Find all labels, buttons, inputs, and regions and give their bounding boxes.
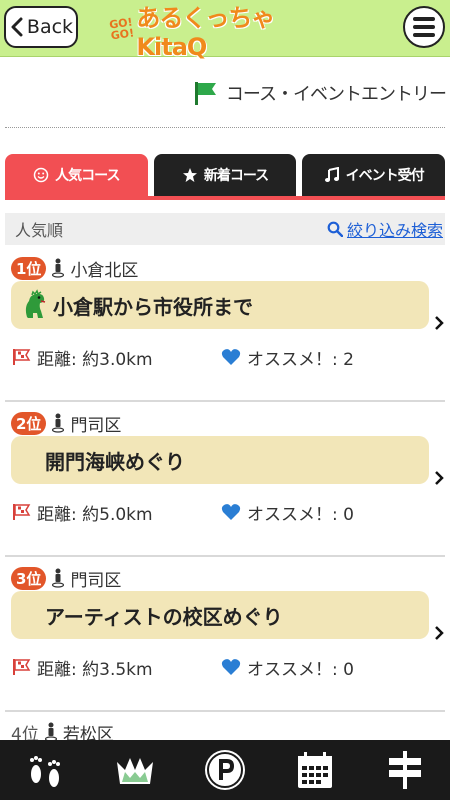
checkered-flag-icon — [13, 659, 31, 675]
distance-text: 距離: 約3.5km — [37, 659, 153, 680]
rank-badge: 3位 — [11, 566, 47, 590]
tab-label: イベント受付 — [345, 168, 425, 184]
filter-label: 絞り込み検索 — [346, 221, 443, 240]
calendar-icon — [298, 752, 332, 788]
distance-text: 距離: 約3.0km — [37, 349, 153, 370]
course-event-entry-link[interactable]: コース・イベントエントリー — [192, 78, 447, 108]
tab-label: 人気コース — [55, 168, 120, 184]
distance: 距離: 約3.0km — [11, 345, 221, 370]
distance-text: 距離: 約5.0km — [37, 504, 153, 525]
sort-bar: 人気順 絞り込み検索 — [5, 213, 445, 245]
tab-new-courses[interactable]: 新着コース — [153, 154, 297, 196]
chevron-right-icon[interactable] — [433, 623, 445, 643]
recommend-text: オススメ！: 0 — [247, 504, 354, 525]
course-list-item[interactable]: 1位 小倉北区 小倉駅から市役所まで 距離: 約3.0km オススメ！: 2 — [5, 247, 445, 402]
parking-icon — [205, 750, 245, 790]
rank-badge: 2位 — [11, 411, 47, 435]
distance: 距離: 約5.0km — [11, 500, 221, 525]
tab-label: 新着コース — [203, 168, 269, 184]
star-icon — [182, 168, 197, 182]
back-label: Back — [26, 16, 74, 38]
dinosaur-mascot-icon — [25, 289, 46, 318]
rank-badge: 1位 — [11, 256, 47, 280]
heart-icon — [221, 504, 241, 520]
course-title: 開門海峡めぐり — [45, 449, 185, 474]
recommend-text: オススメ！: 0 — [247, 659, 354, 680]
logo-go-go: GO! GO! — [108, 15, 135, 43]
flag-icon — [194, 82, 216, 105]
search-icon — [327, 221, 343, 237]
area-label: 小倉北区 — [70, 260, 139, 281]
sort-label: 人気順 — [15, 221, 64, 240]
course-title-box[interactable]: 小倉駅から市役所まで — [11, 281, 429, 329]
nav-points[interactable] — [201, 746, 249, 794]
course-list-item[interactable]: 2位 門司区 開門海峡めぐり 距離: 約5.0km オススメ！: 0 — [5, 402, 445, 557]
rank-row: 3位 門司区 — [11, 565, 121, 591]
rank-row: 2位 門司区 — [11, 410, 121, 436]
logo-text: あるくっちゃKitaQ — [136, 3, 275, 61]
crown-icon — [117, 758, 153, 784]
menu-bar — [413, 25, 435, 29]
hamburger-menu-button[interactable] — [403, 6, 445, 48]
back-button[interactable]: Back — [4, 6, 78, 48]
smile-icon — [33, 167, 49, 183]
area-label: 門司区 — [70, 570, 122, 591]
menu-bar — [413, 17, 435, 21]
menu-bar — [413, 33, 435, 37]
checkered-flag-icon — [13, 349, 31, 365]
course-meta: 距離: 約5.0km オススメ！: 0 — [11, 498, 431, 526]
course-meta: 距離: 約3.0km オススメ！: 2 — [11, 343, 431, 371]
course-list-item[interactable]: 3位 門司区 アーティストの校区めぐり 距離: 約3.5km オススメ！: 0 — [5, 557, 445, 712]
chevron-left-icon — [11, 17, 23, 37]
course-title-box[interactable]: 開門海峡めぐり — [11, 436, 429, 484]
recommend-text: オススメ！: 2 — [247, 349, 354, 370]
person-pin-icon — [52, 258, 65, 278]
app-header: Back GO! GO! あるくっちゃKitaQ — [0, 0, 450, 61]
course-title-box[interactable]: アーティストの校区めぐり — [11, 591, 429, 639]
nav-calendar[interactable] — [291, 746, 339, 794]
nav-signpost[interactable] — [381, 746, 429, 794]
rank-row: 1位 小倉北区 — [11, 255, 138, 281]
app-logo: GO! GO! あるくっちゃKitaQ — [108, 4, 340, 61]
person-pin-icon — [44, 722, 57, 742]
course-meta: 距離: 約3.5km オススメ！: 0 — [11, 653, 431, 681]
course-title: 小倉駅から市役所まで — [53, 294, 253, 319]
heart-icon — [221, 659, 241, 675]
area-label: 門司区 — [70, 415, 122, 436]
person-pin-icon — [52, 568, 65, 588]
recommend: オススメ！: 0 — [221, 500, 354, 525]
chevron-right-icon[interactable] — [433, 468, 445, 488]
footprints-icon — [30, 756, 60, 787]
course-title: アーティストの校区めぐり — [45, 604, 283, 629]
nav-ranking[interactable] — [111, 746, 159, 794]
recommend: オススメ！: 2 — [221, 345, 354, 370]
tab-popular-courses[interactable]: 人気コース — [5, 154, 148, 196]
chevron-right-icon[interactable] — [433, 313, 445, 333]
music-note-icon — [324, 167, 339, 182]
bottom-nav — [0, 740, 450, 800]
entry-label: コース・イベントエントリー — [225, 84, 447, 105]
checkered-flag-icon — [13, 504, 31, 520]
course-tabs: 人気コース 新着コース イベント受付 — [5, 154, 446, 196]
nav-walk[interactable] — [21, 746, 69, 794]
recommend: オススメ！: 0 — [221, 655, 354, 680]
signpost-icon — [389, 751, 421, 789]
tab-event-registration[interactable]: イベント受付 — [302, 154, 446, 196]
tab-underline — [5, 196, 445, 200]
filter-search-link[interactable]: 絞り込み検索 — [327, 217, 443, 241]
heart-icon — [221, 349, 241, 365]
person-pin-icon — [52, 413, 65, 433]
divider — [5, 127, 445, 128]
logo-go-bottom: GO! — [109, 26, 135, 43]
distance: 距離: 約3.5km — [11, 655, 221, 680]
